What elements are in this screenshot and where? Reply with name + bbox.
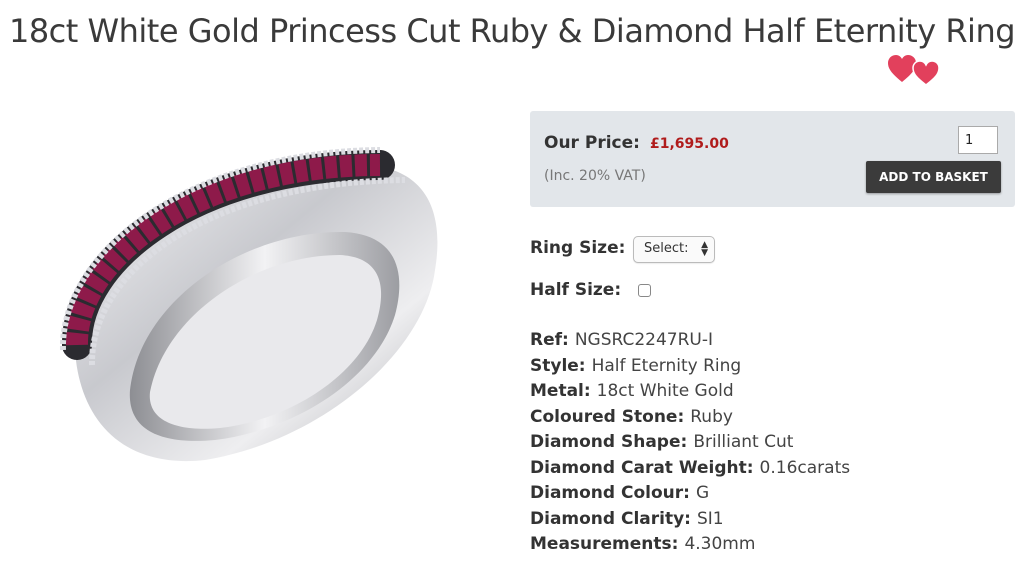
spec-key: Diamond Carat Weight:: [530, 457, 754, 478]
price-box: Our Price: £1,695.00 (Inc. 20% VAT) ADD …: [530, 111, 1015, 207]
half-size-label: Half Size:: [530, 280, 622, 300]
spec-row: Coloured Stone: Ruby: [530, 405, 850, 431]
spec-value: 4.30mm: [684, 534, 756, 554]
up-down-arrows-icon: ▲ ▼: [701, 240, 708, 258]
product-specs-list: Ref: NGSRC2247RU-I Style: Half Eternity Ri…: [530, 328, 850, 558]
spec-key: Style:: [530, 355, 586, 376]
spec-key: Diamond Clarity:: [530, 508, 691, 529]
spec-value: SI1: [697, 508, 724, 529]
spec-row: Ref: NGSRC2247RU-I: [530, 328, 850, 354]
spec-key: Diamond Colour:: [530, 483, 690, 503]
spec-key: Measurements:: [530, 534, 679, 554]
ring-size-label: Ring Size:: [530, 238, 626, 258]
add-to-basket-button[interactable]: ADD TO BASKET: [866, 161, 1001, 193]
spec-value: Brilliant Cut: [693, 432, 794, 452]
price-value: £1,695.00: [650, 136, 729, 152]
spec-key: Diamond Shape:: [530, 432, 688, 452]
spec-value: G: [695, 483, 710, 503]
ring-size-select[interactable]: Select: ▲ ▼: [633, 236, 715, 263]
ring-product-image: [59, 147, 438, 462]
spec-row: Style: Half Eternity Ring: [530, 354, 850, 380]
spec-key: Coloured Stone:: [530, 406, 685, 427]
spec-value: Half Eternity Ring: [591, 355, 742, 376]
spec-row: Diamond Carat Weight: 0.16carats: [530, 456, 850, 482]
spec-key: Ref:: [530, 330, 569, 350]
half-size-checkbox[interactable]: [638, 284, 651, 297]
spec-value: NGSRC2247RU-I: [574, 330, 714, 350]
our-price-label: Our Price:: [544, 133, 640, 153]
spec-row: Diamond Shape: Brilliant Cut: [530, 430, 850, 456]
spec-value: 18ct White Gold: [596, 381, 734, 401]
hearts-icon[interactable]: [886, 54, 942, 86]
spec-value: Ruby: [690, 406, 733, 427]
spec-row: Diamond Clarity: SI1: [530, 507, 850, 533]
quantity-input[interactable]: [958, 126, 998, 154]
ring-size-select-value: Select:: [644, 241, 689, 256]
spec-row: Metal: 18ct White Gold: [530, 379, 850, 405]
spec-row: Measurements: 4.30mm: [530, 532, 850, 558]
page-title: 18ct White Gold Princess Cut Ruby & Diam…: [8, 12, 1016, 50]
spec-key: Metal:: [530, 381, 591, 401]
spec-row: Diamond Colour: G: [530, 481, 850, 507]
spec-value: 0.16carats: [759, 457, 851, 478]
vat-note: (Inc. 20% VAT): [544, 168, 646, 184]
